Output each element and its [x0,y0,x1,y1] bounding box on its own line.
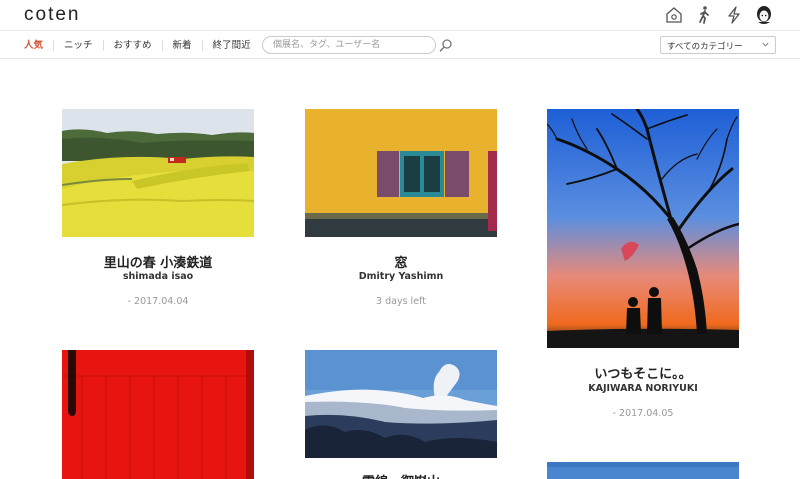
chevron-down-icon [762,42,769,47]
nav-bar: 人気 ニッチ おすすめ 新着 終了間近 すべてのカテゴリー [0,31,800,59]
card-title[interactable]: 里山の春 小湊鉄道 [62,252,254,271]
search-icon[interactable] [439,38,453,52]
card-date: - 2017.04.05 [612,408,674,419]
lightning-icon[interactable] [724,5,744,25]
walker-icon[interactable] [694,5,714,25]
card-title[interactable]: 窓 [305,252,497,271]
card-image[interactable] [547,109,739,348]
tab-ending-soon[interactable]: 終了間近 [201,39,261,51]
card-title[interactable]: 雪線 御嶽山 [305,471,497,479]
tab-niche[interactable]: ニッチ [53,39,103,51]
card-image[interactable] [305,109,497,237]
category-select[interactable]: すべてのカテゴリー [660,36,776,54]
home-icon[interactable] [664,5,684,25]
search-input[interactable] [262,36,436,54]
site-logo[interactable]: coten [24,4,80,26]
card-date: - 2017.04.04 [127,296,189,307]
card-image[interactable] [62,109,254,237]
tab-new[interactable]: 新着 [161,39,202,51]
top-bar: coten [0,0,800,31]
tab-popular[interactable]: 人気 [14,40,53,51]
top-icons [664,5,774,25]
category-tabs: 人気 ニッチ おすすめ 新着 終了間近 [14,31,261,59]
card-title[interactable]: いつもそこに。。 [547,363,739,382]
card-image[interactable] [305,350,497,458]
card-author[interactable]: KAJIWARA NORIYUKI [547,383,739,394]
card-image[interactable] [547,462,739,479]
card-image[interactable] [62,350,254,479]
avatar[interactable] [754,5,774,25]
card-author[interactable]: Dmitry Yashimn [305,271,497,282]
tab-recommended[interactable]: おすすめ [102,39,162,51]
card-date: 3 days left [376,296,426,307]
card-author[interactable]: shimada isao [62,271,254,282]
category-select-value: すべてのカテゴリー [667,42,743,52]
